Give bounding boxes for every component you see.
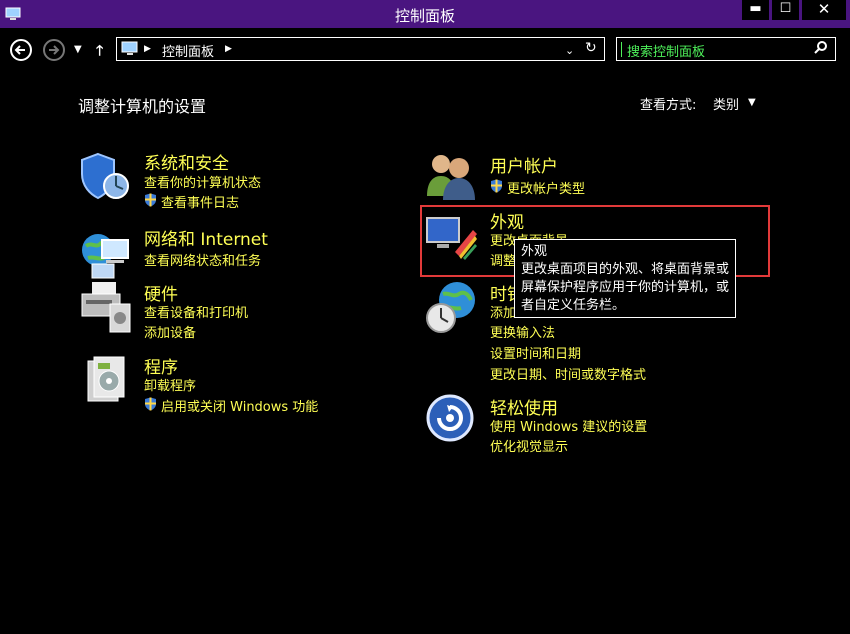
close-button[interactable]: ✕	[802, 0, 846, 20]
minimize-button[interactable]: ▬	[742, 0, 769, 20]
appearance-tooltip: 外观 更改桌面项目的外观、将桌面背景或 屏幕保护程序应用于你的计算机，或 者自定…	[514, 239, 736, 318]
address-bar[interactable]: ▶ 控制面板 ▶ ⌄ ↻	[116, 37, 605, 61]
text-caret	[621, 42, 622, 57]
uac-shield-icon	[144, 396, 157, 411]
chevron-down-icon[interactable]: ▼	[748, 97, 756, 108]
change-date-format-link[interactable]: 更改日期、时间或数字格式	[490, 364, 646, 383]
uac-shield-icon	[490, 178, 503, 193]
breadcrumb-control-panel[interactable]: 控制面板	[162, 41, 214, 60]
search-input[interactable]: 搜索控制面板	[616, 37, 836, 61]
uac-shield-icon	[144, 192, 157, 207]
forward-button[interactable]	[43, 39, 65, 61]
windows-features-link[interactable]: 启用或关闭 Windows 功能	[161, 396, 318, 415]
breadcrumb-separator-icon[interactable]: ▶	[144, 44, 151, 54]
view-devices-printers-link[interactable]: 查看设备和打印机	[144, 302, 248, 321]
user-accounts-icon[interactable]	[425, 150, 479, 204]
change-account-type-link[interactable]: 更改帐户类型	[507, 178, 585, 197]
globe-network-icon[interactable]	[78, 228, 132, 282]
clock-region-icon[interactable]	[425, 280, 479, 334]
set-time-date-link[interactable]: 设置时间和日期	[490, 343, 581, 362]
add-language-link[interactable]: 添加	[490, 302, 516, 321]
network-internet-title[interactable]: 网络和 Internet	[144, 225, 268, 250]
search-placeholder: 搜索控制面板	[627, 45, 706, 60]
view-network-status-link[interactable]: 查看网络状态和任务	[144, 250, 261, 269]
tooltip-title: 外观	[521, 244, 548, 259]
control-panel-small-icon	[121, 41, 139, 61]
system-security-title[interactable]: 系统和安全	[144, 149, 229, 174]
programs-icon[interactable]	[80, 355, 134, 409]
arrow-left-icon	[14, 45, 25, 55]
add-device-link[interactable]: 添加设备	[144, 322, 196, 341]
optimize-visual-display-link[interactable]: 优化视觉显示	[490, 436, 568, 455]
tooltip-line: 者自定义任务栏。	[521, 298, 626, 313]
breadcrumb-chevron-icon[interactable]: ▶	[225, 44, 232, 54]
arrow-right-icon	[49, 45, 60, 55]
change-input-method-link[interactable]: 更换输入法	[490, 322, 555, 341]
navigation-bar: ▼ 🡑 ▶ 控制面板 ▶ ⌄ ↻ 搜索控制面板	[0, 28, 850, 70]
ease-of-access-icon[interactable]	[425, 393, 479, 447]
windows-suggested-settings-link[interactable]: 使用 Windows 建议的设置	[490, 416, 647, 435]
title-bar: 控制面板 ▬ ☐ ✕	[0, 0, 850, 28]
maximize-button[interactable]: ☐	[772, 0, 799, 20]
recent-locations-dropdown-icon[interactable]: ▼	[74, 44, 82, 55]
appearance-icon[interactable]	[425, 212, 479, 266]
shield-security-icon[interactable]	[78, 150, 132, 204]
address-dropdown-icon[interactable]: ⌄	[565, 44, 574, 57]
refresh-icon[interactable]: ↻	[585, 40, 597, 56]
view-computer-status-link[interactable]: 查看你的计算机状态	[144, 172, 261, 191]
view-by-label: 查看方式:	[640, 98, 697, 113]
view-event-logs-link[interactable]: 查看事件日志	[161, 192, 239, 211]
window-title: 控制面板	[394, 7, 455, 25]
uninstall-program-link[interactable]: 卸载程序	[144, 375, 196, 394]
page-title: 调整计算机的设置	[78, 97, 207, 116]
user-accounts-title[interactable]: 用户帐户	[490, 152, 558, 177]
view-by-dropdown[interactable]: 类别	[713, 94, 739, 113]
up-arrow-icon[interactable]: 🡑	[96, 40, 103, 64]
tooltip-line: 屏幕保护程序应用于你的计算机，或	[521, 280, 730, 295]
tooltip-line: 更改桌面项目的外观、将桌面背景或	[521, 262, 730, 277]
printer-hardware-icon[interactable]	[78, 280, 132, 334]
back-button[interactable]	[10, 39, 32, 61]
adjust-link[interactable]: 调整	[490, 250, 516, 269]
search-icon[interactable]	[813, 40, 829, 60]
